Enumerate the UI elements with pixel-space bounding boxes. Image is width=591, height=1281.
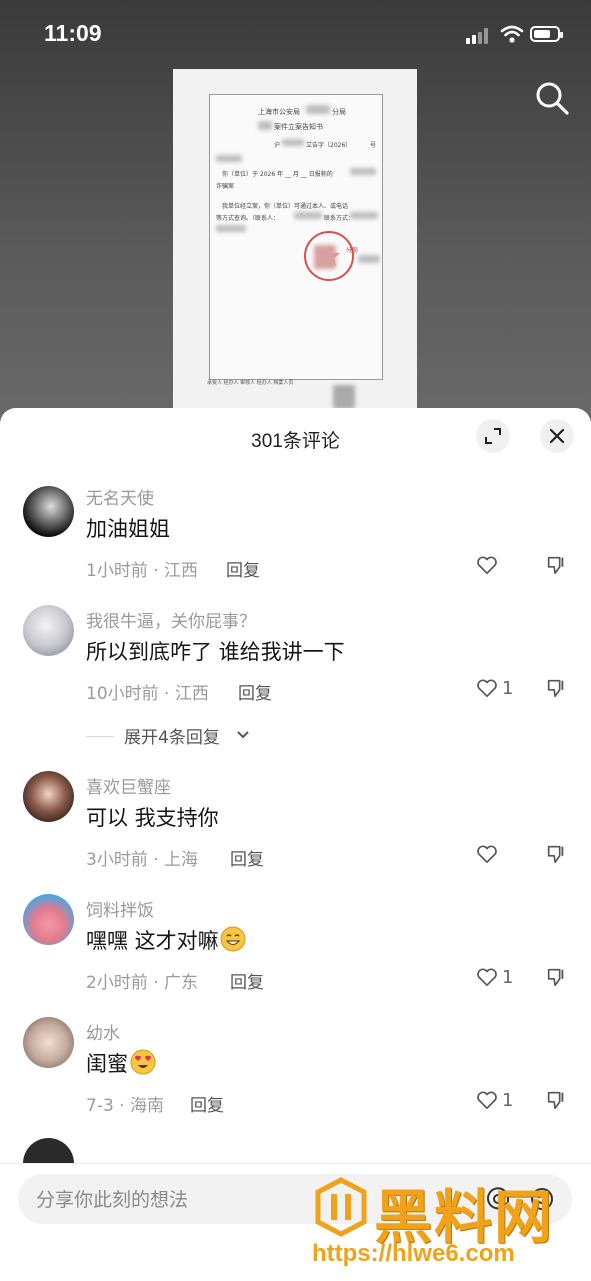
comment-text: 嘿嘿 这才对嘛 (86, 929, 219, 953)
like-count: 1 (502, 967, 514, 988)
like-count: 1 (502, 678, 514, 699)
doc-heading-1: 上海市公安局 (258, 108, 300, 116)
avatar[interactable] (23, 894, 74, 945)
comment-author[interactable]: 喜欢巨蟹座 (86, 773, 171, 798)
doc-ref-prefix: 沪 (274, 142, 281, 149)
close-button[interactable] (540, 419, 574, 453)
comments-sheet: 301条评论 无名天使 加油姐姐 1小时前 · 江西 回复 我很牛逼，关你屁事？… (0, 408, 591, 1280)
doc-redaction (350, 212, 378, 219)
avatar[interactable] (23, 1017, 74, 1068)
seal-redaction (314, 245, 336, 269)
doc-body-2: 诈骗案 (216, 183, 235, 190)
doc-body-3: 我单位经立案，你（单位）可通过本人、或电话 (222, 203, 349, 210)
comment-text: 可以 我支持你 (86, 806, 219, 830)
reply-button[interactable]: 回复 (190, 1091, 224, 1116)
doc-footer: 承受人 经办人 审核人 经办人 档案人员 (207, 380, 294, 386)
doc-redaction (333, 385, 355, 409)
dislike-icon[interactable] (545, 677, 567, 699)
document-paper: 上海市公安局 分局 案件立案告知书 沪 立告字〔2026〕 号 你（单位）于 2… (209, 94, 383, 380)
heart-icon[interactable] (476, 1090, 498, 1110)
watermark-logo-icon (315, 1177, 367, 1237)
comment-meta: 7-3 · 海南 (86, 1096, 164, 1116)
avatar[interactable] (23, 1138, 74, 1164)
heart-icon[interactable] (476, 844, 498, 864)
doc-redaction (216, 155, 242, 162)
comment-text: 闺蜜 (86, 1052, 128, 1076)
avatar[interactable] (23, 771, 74, 822)
doc-redaction (282, 139, 304, 146)
dislike-icon[interactable] (545, 1089, 567, 1111)
dislike-icon[interactable] (545, 843, 567, 865)
doc-heading-2: 案件立案告知书 (274, 123, 323, 131)
comment-item: 幼水 闺蜜 7-3 · 海南 回复 1 (0, 1017, 591, 1119)
heart-icon[interactable] (476, 678, 498, 698)
reply-button[interactable]: 回复 (230, 845, 264, 870)
doc-body-4: 等方式查询。（联系人： (216, 215, 280, 222)
doc-redaction (306, 105, 330, 114)
document-image: 上海市公安局 分局 案件立案告知书 沪 立告字〔2026〕 号 你（单位）于 2… (173, 69, 417, 441)
comment-item: 我很牛逼，关你屁事？ 所以到底咋了 谁给我讲一下 10小时前 · 江西 回复 1… (0, 605, 591, 748)
doc-redaction (350, 168, 376, 175)
comment-meta: 1小时前 · 江西 (86, 561, 199, 581)
reply-button[interactable]: 回复 (226, 556, 260, 581)
doc-redaction (258, 121, 272, 130)
comment-author[interactable]: 饲料拌饭 (86, 896, 154, 921)
doc-seal-text: 分局 (346, 247, 359, 254)
heart-eyes-emoji-icon (130, 1049, 156, 1075)
cellular-signal-icon (466, 28, 492, 44)
comment-meta: 10小时前 · 江西 (86, 684, 209, 704)
chevron-down-icon (237, 731, 249, 739)
comment-meta: 3小时前 · 上海 (86, 850, 199, 870)
watermark: 黑料网 https://hlwe6.com (312, 1176, 580, 1276)
doc-redaction (216, 225, 246, 232)
battery-icon (530, 26, 563, 42)
doc-redaction (358, 255, 380, 263)
comment-text: 所以到底咋了 谁给我讲一下 (86, 640, 345, 664)
doc-ref-end: 号 (370, 142, 377, 149)
expand-icon (485, 428, 501, 444)
avatar[interactable] (23, 605, 74, 656)
like-count: 1 (502, 1090, 514, 1111)
expand-replies-label: 展开4条回复 (124, 728, 220, 748)
comment-text: 加油姐姐 (86, 517, 170, 541)
comment-item: 喜欢巨蟹座 可以 我支持你 3小时前 · 上海 回复 (0, 771, 591, 873)
status-bar: 11:09 (0, 0, 591, 70)
divider (86, 736, 114, 737)
dislike-icon[interactable] (545, 966, 567, 988)
comment-item: 无名天使 加油姐姐 1小时前 · 江西 回复 (0, 484, 591, 584)
wifi-icon (500, 25, 524, 43)
search-icon[interactable] (534, 80, 570, 116)
reply-button[interactable]: 回复 (230, 968, 264, 993)
doc-body-1: 你（单位）于 2026 年 __ 月 __ 日报称的 (222, 171, 333, 178)
dislike-icon[interactable] (545, 554, 567, 576)
heart-icon[interactable] (476, 967, 498, 987)
comment-author[interactable]: 我很牛逼，关你屁事？ (86, 607, 256, 632)
grin-emoji-icon (220, 926, 246, 952)
status-time: 11:09 (44, 20, 102, 46)
heart-icon[interactable] (476, 555, 498, 575)
comment-item: 饲料拌饭 嘿嘿 这才对嘛 2小时前 · 广东 回复 1 (0, 894, 591, 996)
doc-heading-1b: 分局 (332, 108, 346, 116)
reply-button[interactable]: 回复 (238, 679, 272, 704)
comment-meta: 2小时前 · 广东 (86, 973, 199, 993)
expand-button[interactable] (476, 419, 510, 453)
close-icon (549, 428, 565, 444)
watermark-url: https://hlwe6.com (312, 1240, 515, 1267)
doc-redaction (294, 212, 322, 219)
comment-author[interactable]: 幼水 (86, 1019, 120, 1044)
comment-author[interactable]: 无名天使 (86, 484, 154, 509)
expand-replies-button[interactable]: 展开4条回复 (0, 723, 591, 748)
avatar[interactable] (23, 486, 74, 537)
doc-ref-mid: 立告字〔2026〕 (306, 142, 352, 149)
